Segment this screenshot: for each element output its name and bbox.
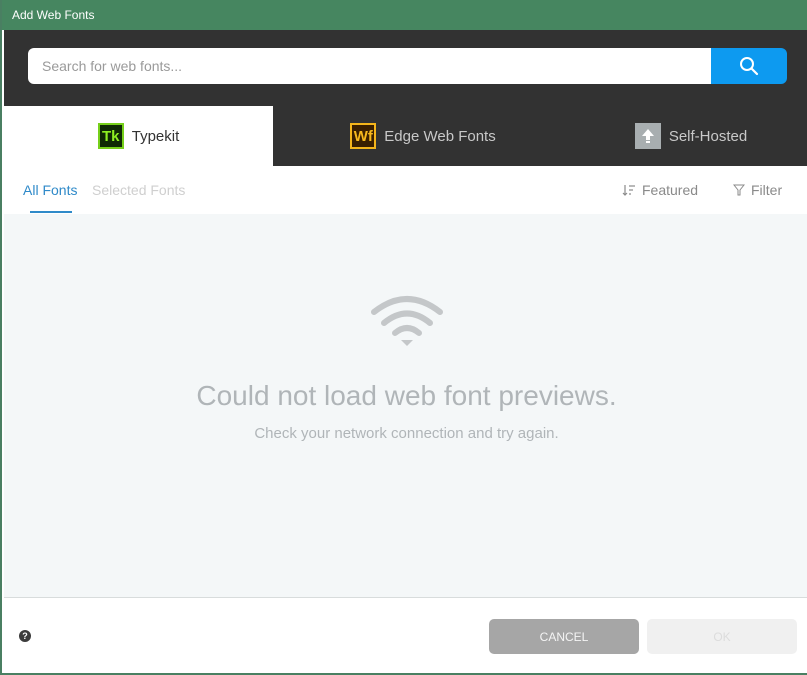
sort-button[interactable]: Featured: [622, 182, 698, 198]
wifi-icon: [371, 296, 443, 346]
help-icon[interactable]: ?: [19, 630, 31, 642]
tab-edge-web-fonts[interactable]: Wf Edge Web Fonts: [273, 106, 573, 166]
sort-label: Featured: [642, 182, 699, 198]
tab-label: Edge Web Fonts: [384, 127, 496, 145]
tab-label: Self-Hosted: [668, 127, 748, 145]
tab-self-hosted[interactable]: Self-Hosted: [573, 106, 807, 166]
add-web-fonts-dialog: Add Web Fonts Tk Typekit Wf Edge Web Fon…: [0, 0, 807, 675]
source-tabs: Tk Typekit Wf Edge Web Fonts Self-Hosted: [4, 106, 807, 166]
upload-icon: [634, 123, 661, 149]
dialog-footer: ? CANCEL OK: [4, 598, 807, 673]
filter-button[interactable]: Filter: [733, 182, 782, 198]
cancel-button[interactable]: CANCEL: [489, 619, 639, 654]
search-button[interactable]: [711, 48, 787, 84]
font-subnav: All Fonts Selected Fonts Featured Filter: [4, 166, 807, 214]
search-bar: [4, 30, 807, 106]
typekit-icon: Tk: [97, 123, 124, 149]
font-preview-area: Could not load web font previews. Check …: [4, 214, 807, 598]
filter-icon: [733, 184, 745, 196]
subtab-all-fonts[interactable]: All Fonts: [23, 182, 77, 198]
subtab-selected-fonts[interactable]: Selected Fonts: [92, 182, 185, 198]
error-subtitle: Check your network connection and try ag…: [254, 425, 559, 442]
error-title: Could not load web font previews.: [196, 380, 617, 411]
filter-label: Filter: [751, 182, 783, 198]
active-subtab-indicator: [30, 211, 72, 213]
sort-icon: [622, 185, 635, 196]
search-input[interactable]: [28, 48, 712, 84]
tab-typekit[interactable]: Tk Typekit: [4, 106, 273, 166]
tab-label: Typekit: [131, 127, 180, 145]
window-title: Add Web Fonts: [2, 0, 807, 30]
edge-web-fonts-icon: Wf: [350, 123, 377, 149]
ok-button[interactable]: OK: [647, 619, 797, 654]
search-icon: [740, 57, 759, 76]
